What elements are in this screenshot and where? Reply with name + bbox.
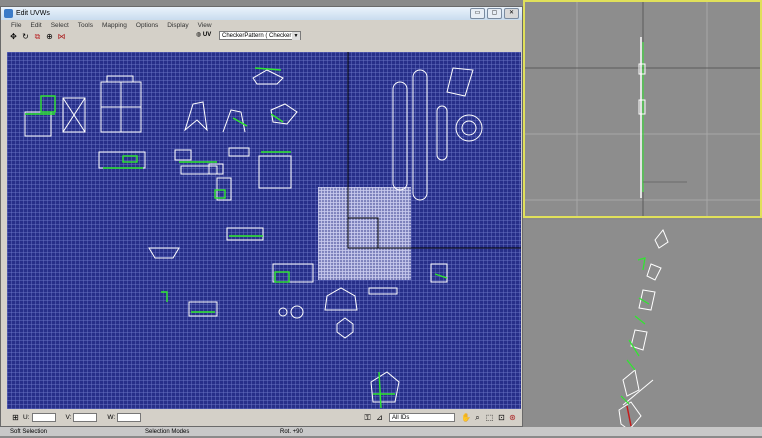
status-bar: Soft Selection Selection Modes Rot. +90	[0, 427, 762, 436]
zoom-region-icon[interactable]: ⬚	[485, 413, 494, 422]
texture-dropdown-value: CheckerPattern ( Checker )	[222, 33, 296, 39]
zoom-extents-icon[interactable]: ⊡	[497, 413, 506, 422]
uv-editor-canvas[interactable]	[7, 52, 521, 409]
close-button[interactable]: ✕	[504, 8, 519, 19]
uv-toggle[interactable]: ◍ UV	[196, 31, 211, 38]
minimize-button[interactable]: ▭	[470, 8, 485, 19]
rotate-icon[interactable]: ↻	[21, 32, 30, 41]
ids-dropdown[interactable]: All IDs	[389, 413, 455, 422]
menu-file[interactable]: File	[11, 22, 21, 29]
v-spinner[interactable]: V:	[66, 413, 98, 422]
u-label: U:	[23, 414, 30, 421]
snap-icon[interactable]: ⊛	[508, 413, 517, 422]
app-icon	[4, 9, 13, 18]
viewport-top[interactable]	[523, 0, 762, 218]
mirror-icon[interactable]: ⋈	[57, 32, 66, 41]
w-spinner[interactable]: W:	[107, 413, 142, 422]
menu-bar: File Edit Select Tools Mapping Options D…	[1, 20, 522, 30]
menu-edit[interactable]: Edit	[30, 22, 41, 29]
window-title: Edit UVWs	[16, 10, 50, 17]
absolute-mode-icon[interactable]: ⊞	[11, 413, 20, 422]
uv-islands	[24, 52, 521, 409]
menu-tools[interactable]: Tools	[78, 22, 93, 29]
maximize-button[interactable]: ▢	[487, 8, 502, 19]
menu-mapping[interactable]: Mapping	[102, 22, 127, 29]
soft-selection-rollout[interactable]: Soft Selection	[10, 429, 47, 435]
chevron-down-icon: ▼	[292, 32, 300, 40]
viewport-perspective-canvas	[618, 229, 669, 431]
u-input[interactable]	[31, 413, 56, 422]
viewport-top-canvas	[525, 2, 760, 216]
menu-view[interactable]: View	[198, 22, 212, 29]
menu-display[interactable]: Display	[167, 22, 188, 29]
zoom-icon[interactable]: ⌕	[473, 413, 482, 422]
w-input[interactable]	[117, 413, 142, 422]
texture-dropdown[interactable]: CheckerPattern ( Checker ) ▼	[219, 31, 301, 40]
selection-modes-rollout[interactable]: Selection Modes	[145, 429, 189, 435]
menu-options[interactable]: Options	[136, 22, 158, 29]
edit-uvws-window: Edit UVWs ▭ ▢ ✕ File Edit Select Tools M…	[0, 6, 523, 427]
checker-icon: ◍	[196, 32, 202, 38]
v-input[interactable]	[73, 413, 98, 422]
rotate-readout[interactable]: Rot. +90	[280, 429, 303, 435]
window-titlebar[interactable]: Edit UVWs ▭ ▢ ✕	[1, 7, 522, 20]
scale-icon[interactable]: ⧉	[33, 32, 42, 41]
filter-icon[interactable]: ⊿	[375, 413, 384, 422]
viewport-perspective[interactable]	[523, 220, 762, 436]
w-label: W:	[107, 414, 116, 421]
uv-label: UV	[202, 32, 212, 38]
u-spinner[interactable]: U:	[23, 413, 56, 422]
lock-icon[interactable]: ⚿	[363, 413, 372, 422]
uv-bottom-bar: ⊞ U: V: W: ⚿ ⊿ All IDs ✋ ⌕ ⬚ ⊡ ⊛	[1, 409, 532, 426]
menu-select[interactable]: Select	[51, 22, 69, 29]
pan-icon[interactable]: ✋	[461, 413, 471, 422]
v-label: V:	[65, 414, 72, 421]
move-icon[interactable]: ✥	[9, 32, 18, 41]
uv-toolbar: ✥ ↻ ⧉ ⊕ ⋈ ◍ UV CheckerPattern ( Checker …	[1, 30, 522, 42]
ids-dropdown-value: All IDs	[392, 415, 410, 421]
freeform-icon[interactable]: ⊕	[45, 32, 54, 41]
